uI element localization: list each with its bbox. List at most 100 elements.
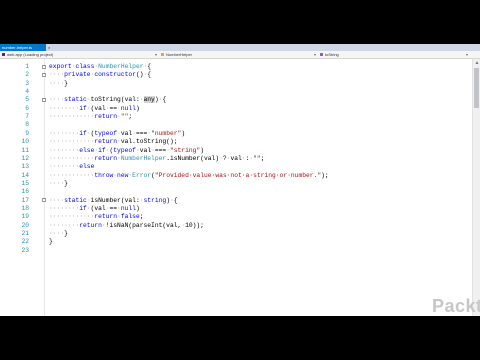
collapse-icon[interactable]: − [42, 97, 46, 102]
line-number: 10 [21, 138, 29, 146]
code-line[interactable]: 13 ········else [0, 163, 472, 171]
code-line[interactable]: 9 ········if·(typeof·val·===·"number") [0, 130, 472, 138]
code-token: string [143, 196, 167, 204]
code-token: return [94, 138, 118, 146]
code-text: ····private·constructor()·{ [49, 71, 151, 79]
line-number: 13 [21, 163, 29, 171]
scroll-up-icon[interactable]: ▲ [474, 60, 480, 66]
code-token: if [79, 204, 87, 212]
code-text: ············return·false; [49, 213, 144, 221]
code-token: ········ [49, 204, 80, 212]
code-line[interactable]: 4 [0, 88, 472, 96]
code-line[interactable]: 23 [0, 247, 472, 255]
code-line[interactable]: 22} [0, 238, 472, 246]
code-token: toString(val: [90, 96, 140, 104]
code-token: static [64, 96, 87, 104]
packt-logo: Packt> [432, 296, 480, 316]
line-number: 18 [21, 204, 29, 212]
code-line[interactable]: 12 ············return·NumberHelper.isNumb… [0, 155, 472, 163]
code-token: else [79, 163, 95, 171]
code-line[interactable]: 1 − export·class·NumberHelper·{ [0, 63, 472, 71]
code-token: ) [181, 129, 186, 137]
line-number: 3 [25, 79, 29, 87]
code-token: NumberHelper [98, 63, 144, 70]
code-line[interactable]: 11 ········else·if·(typeof·val·===·"strin… [0, 147, 472, 155]
code-line[interactable]: 16 [0, 188, 472, 196]
code-line[interactable]: 2 − ····private·constructor()·{ [0, 71, 472, 79]
code-token: "Provided·value·was·not·a·string·or·numb… [154, 171, 322, 179]
code-token: ) [135, 104, 140, 112]
code-text: ············return·val.toString(); [49, 138, 178, 146]
code-token: null [120, 104, 136, 112]
code-token: "" [253, 154, 261, 162]
code-token: return [94, 154, 118, 162]
code-token: } [64, 179, 68, 187]
code-token: ············ [49, 138, 95, 146]
code-editor[interactable]: 1− export·class·NumberHelper·{2− ····priva… [0, 59, 472, 316]
project-icon [2, 53, 5, 57]
collapse-icon[interactable]: − [42, 72, 46, 77]
code-token: new [117, 171, 129, 179]
code-text: ····} [49, 230, 68, 238]
code-text: export·class·NumberHelper·{ [49, 63, 151, 71]
project-dropdown[interactable]: web.app (Loading project) [2, 51, 53, 58]
line-number: 22 [21, 238, 29, 246]
code-line[interactable]: 10 ············return·val.toString(); [0, 138, 472, 146]
code-line[interactable]: 14 ············throw·new·Error("Provided·… [0, 172, 472, 180]
code-line[interactable]: 21 ····} [0, 230, 472, 238]
code-token: == [109, 204, 118, 212]
line-number: 20 [21, 221, 29, 229]
code-token: val [230, 154, 242, 162]
code-line[interactable]: 18 ········if·(val·==·null) [0, 205, 472, 213]
line-number: 12 [21, 154, 29, 162]
code-line[interactable]: 3 ····} [0, 80, 472, 88]
code-token: ···· [49, 96, 65, 104]
line-number: 7 [25, 113, 29, 121]
line-number: 16 [21, 188, 29, 196]
chevron-down-icon[interactable]: ▾ [314, 52, 316, 57]
code-line[interactable]: 6 ········if·(val·==·null) [0, 105, 472, 113]
class-dropdown[interactable]: NumberHelper [161, 51, 192, 58]
tab-number-helper[interactable]: number-helper.ts [0, 44, 46, 51]
code-text: ············return·""; [49, 113, 132, 121]
code-line[interactable]: 17 − ····static·isNumber(val:·string)·{ [0, 197, 472, 205]
code-token: } [49, 238, 53, 246]
vertical-scrollbar[interactable]: ▲ [472, 59, 480, 316]
code-token: ········ [49, 129, 80, 137]
code-token: ···· [49, 71, 65, 79]
code-token: (val [90, 104, 106, 112]
code-line[interactable]: 20 ········return·!isNaN(parseInt(val,·10… [0, 222, 472, 230]
code-text: ····} [49, 80, 68, 88]
scroll-thumb[interactable] [474, 68, 479, 108]
member-label: toString [325, 52, 339, 57]
member-dropdown[interactable]: toString [320, 51, 339, 58]
code-line[interactable]: 15 ····} [0, 180, 472, 188]
project-label: web.app (Loading project) [7, 52, 54, 57]
code-text: ········else [49, 163, 94, 171]
code-token: Error [132, 171, 152, 179]
line-number: 1 [25, 63, 29, 70]
code-token: typeof [113, 146, 136, 154]
code-token: ) [200, 146, 204, 154]
collapse-icon[interactable]: − [42, 198, 46, 203]
code-token: NumberHelper [120, 154, 167, 162]
code-token: val.toString(); [120, 138, 178, 146]
line-number: 11 [21, 146, 29, 154]
tab-close-icon[interactable]: × [46, 44, 52, 51]
code-line[interactable]: 5− ····static·toString(val:·any)·{ [0, 96, 472, 104]
chevron-down-icon[interactable]: ▾ [466, 52, 468, 57]
collapse-icon[interactable]: − [42, 64, 46, 69]
line-number: 8 [25, 121, 29, 129]
code-token: ············ [49, 171, 95, 179]
code-text: ········if·(val·==·null) [49, 205, 140, 213]
code-token: ···· [49, 230, 65, 237]
line-number: 2 [25, 71, 29, 79]
code-token: if [79, 104, 87, 112]
code-line[interactable]: 7 ············return·""; [0, 113, 472, 121]
code-token: throw [94, 171, 114, 179]
chevron-down-icon[interactable]: ▾ [155, 52, 157, 57]
code-line[interactable]: 8 [0, 121, 472, 129]
code-text: ········if·(typeof·val·===·"number") [49, 130, 185, 138]
code-token: { [147, 71, 152, 79]
code-line[interactable]: 19 ············return·false; [0, 213, 472, 221]
